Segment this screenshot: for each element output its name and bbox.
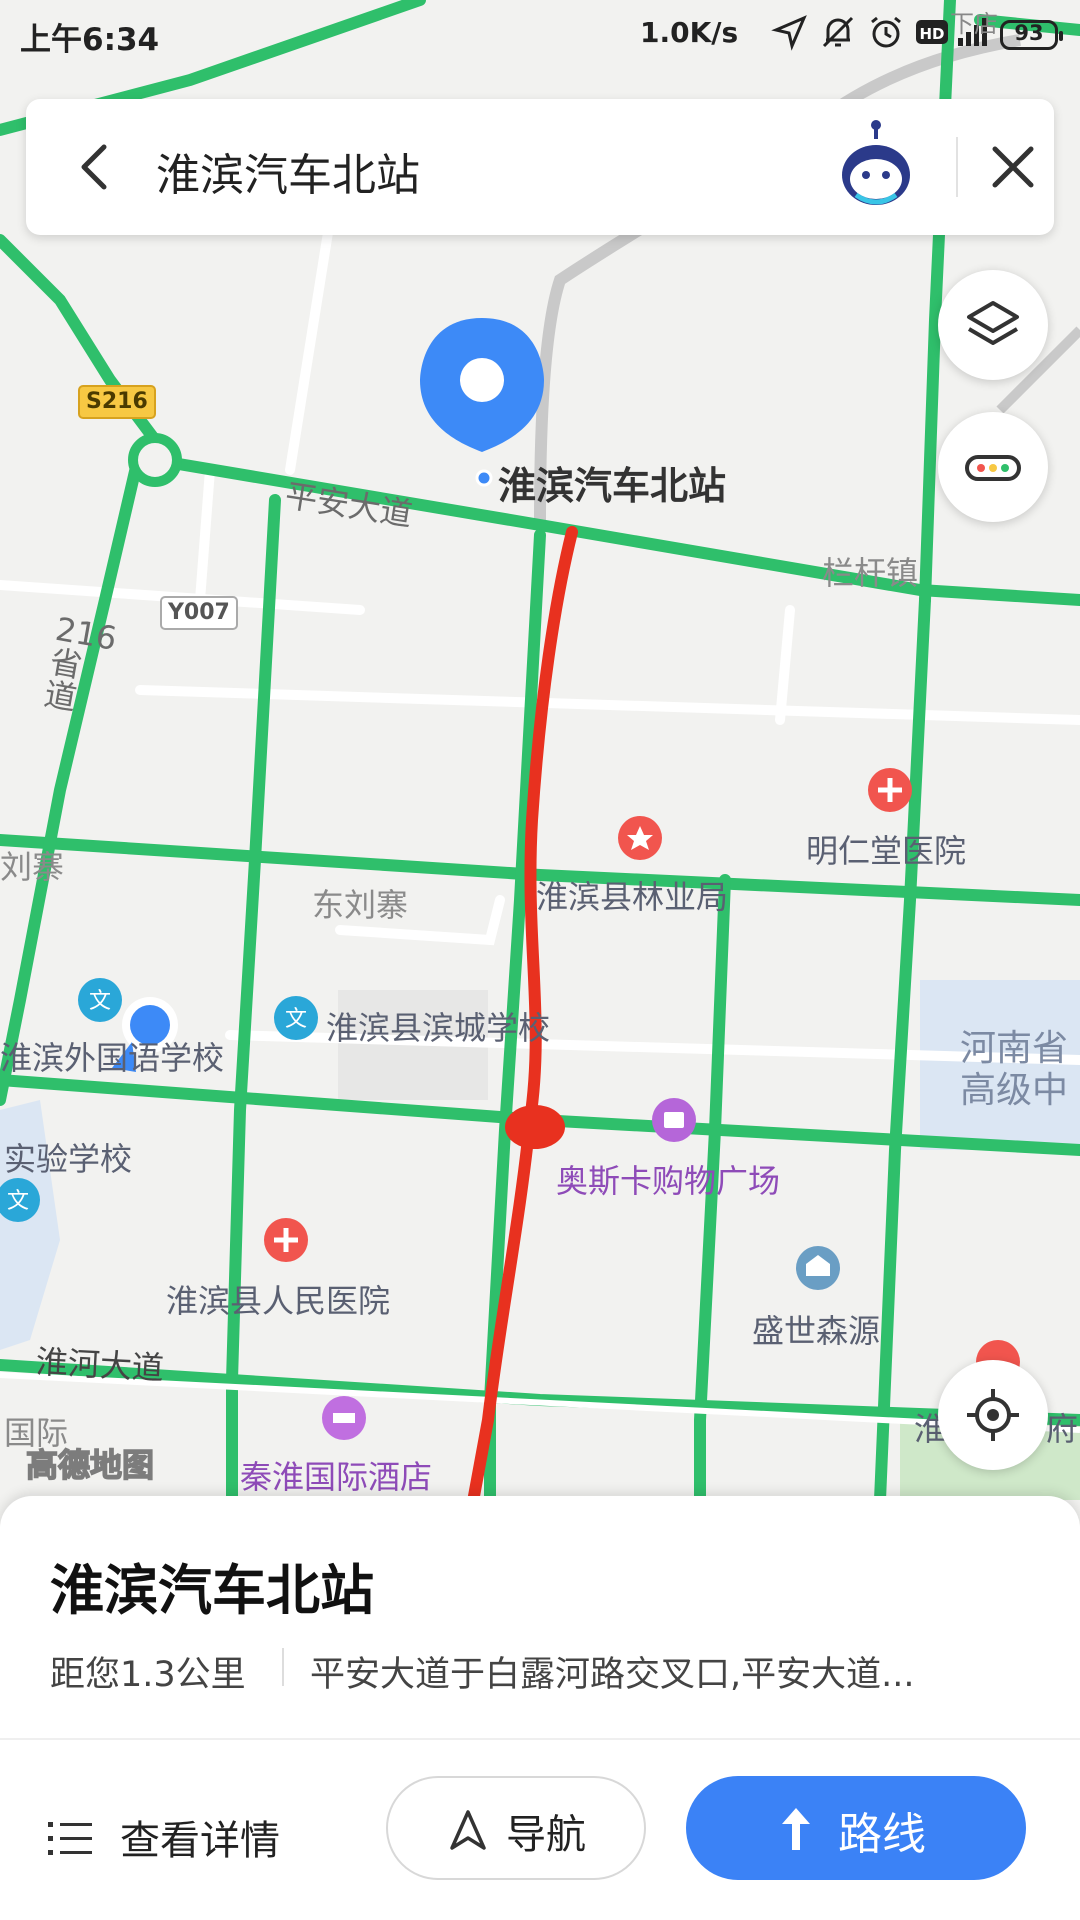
- locate-button[interactable]: [938, 1360, 1048, 1470]
- mute-bell-icon: [822, 16, 854, 48]
- svg-text:文: 文: [89, 989, 111, 1014]
- poi-label-waiguoyu[interactable]: 淮滨外国语学校: [0, 1033, 224, 1079]
- destination-label[interactable]: 淮滨汽车北站: [498, 455, 726, 510]
- voice-assistant-icon[interactable]: [826, 117, 926, 217]
- poi-label-shengshi[interactable]: 盛世森源: [752, 1306, 880, 1352]
- battery-level: 93: [1014, 21, 1044, 45]
- status-time: 上午6:34: [20, 22, 160, 58]
- hotel-icon[interactable]: [322, 1396, 366, 1440]
- place-address: 平安大道于白露河路交叉口,平安大道...: [310, 1655, 915, 1695]
- school-icon-bincheng[interactable]: 文: [274, 996, 318, 1040]
- svg-text:文: 文: [285, 1007, 307, 1032]
- star-icon-forestry[interactable]: [618, 816, 662, 860]
- place-card[interactable]: 淮滨汽车北站 距您1.3公里 平安大道于白露河路交叉口,平安大道... 查看详情…: [0, 1496, 1080, 1920]
- area-label-liuzhai: 刘寨: [0, 848, 65, 886]
- place-distance: 距您1.3公里: [50, 1655, 246, 1695]
- status-corner-text: 下店: [950, 10, 998, 38]
- area-label-langan: 栏杆镇: [822, 554, 919, 592]
- traffic-button[interactable]: [938, 412, 1048, 522]
- svg-text:HD: HD: [919, 25, 944, 43]
- residence-icon[interactable]: [796, 1246, 840, 1290]
- card-divider-vertical: [282, 1648, 284, 1686]
- route-button[interactable]: 路线: [686, 1776, 1026, 1880]
- battery-icon: 93: [1000, 20, 1063, 50]
- navigate-label: 导航: [506, 1812, 586, 1858]
- hospital-icon-renmin[interactable]: [264, 1218, 308, 1262]
- navigate-button[interactable]: 导航: [386, 1776, 646, 1880]
- svg-text:文: 文: [7, 1189, 29, 1214]
- close-icon[interactable]: [981, 135, 1045, 199]
- layers-button[interactable]: [938, 270, 1048, 380]
- poi-label-henan-court[interactable]: 河南省 高级中: [960, 1028, 1068, 1112]
- search-query[interactable]: 淮滨汽车北站: [156, 139, 420, 203]
- layers-icon: [967, 301, 1019, 345]
- navigation-arrow-icon: [450, 1810, 486, 1850]
- route-label: 路线: [838, 1809, 926, 1860]
- poi-label-fu-partial[interactable]: 府: [1046, 1404, 1078, 1450]
- poi-label-bincheng[interactable]: 淮滨县滨城学校: [326, 1003, 550, 1049]
- poi-label-qinhuai[interactable]: 秦淮国际酒店: [240, 1452, 432, 1498]
- locate-icon: [967, 1389, 1019, 1441]
- school-icon-waiguoyu[interactable]: 文: [78, 978, 122, 1022]
- back-arrow-icon[interactable]: [66, 137, 126, 197]
- poi-label-shiyan[interactable]: 实验学校: [4, 1134, 132, 1180]
- poi-label-mingrentang[interactable]: 明仁堂医院: [806, 826, 966, 872]
- search-bar[interactable]: 淮滨汽车北站: [26, 99, 1054, 235]
- road-label-huaihe: 淮河大道: [34, 1342, 165, 1388]
- area-label-dongliuzhai: 东刘寨: [312, 886, 409, 924]
- traffic-icon: [965, 455, 1021, 481]
- red-annotation-blob: [505, 1105, 565, 1149]
- search-divider: [956, 137, 958, 197]
- view-details-label: 查看详情: [120, 1818, 280, 1864]
- place-name: 淮滨汽车北站: [50, 1559, 374, 1622]
- status-bar: 上午6:34 1.0K/s HD 下店 93: [0, 0, 1080, 72]
- shopping-icon[interactable]: [652, 1098, 696, 1142]
- list-icon: [48, 1822, 92, 1855]
- road-shield-y007: Y007: [160, 596, 238, 630]
- location-arrow-icon: [771, 15, 807, 51]
- card-divider: [0, 1738, 1080, 1740]
- roundabout: [128, 433, 182, 487]
- road-shield-s216: S216: [78, 385, 156, 419]
- status-network-speed: 1.0K/s: [640, 16, 739, 49]
- route-arrow-icon: [782, 1808, 810, 1850]
- hd-icon: HD: [916, 20, 948, 44]
- poi-label-hospital[interactable]: 淮滨县人民医院: [166, 1276, 390, 1322]
- poi-label-aosika[interactable]: 奥斯卡购物广场: [556, 1156, 780, 1202]
- map-logo: 高德地图: [25, 1445, 155, 1485]
- alarm-icon: [871, 16, 901, 48]
- destination-dot-icon: [475, 469, 493, 487]
- hospital-icon-mingrentang[interactable]: [868, 768, 912, 812]
- poi-label-forestry[interactable]: 淮滨县林业局: [536, 872, 728, 918]
